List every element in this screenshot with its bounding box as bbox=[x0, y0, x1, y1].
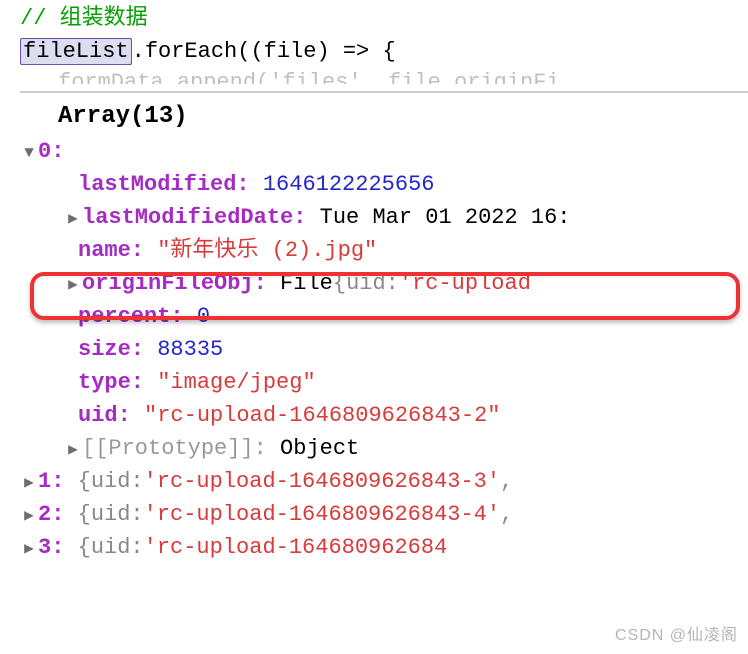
prop-key: [[Prototype]]: bbox=[82, 432, 267, 465]
preview-val: 'rc-upload-164680962684 bbox=[144, 531, 448, 564]
array-header: Array(13) bbox=[20, 99, 748, 135]
preview-val: 'rc-upload-1646809626843-3' bbox=[144, 465, 500, 498]
prop-name[interactable]: name: "新年快乐 (2).jpg" bbox=[20, 234, 748, 267]
item-index: 0: bbox=[38, 135, 64, 168]
item-index: 3: bbox=[38, 531, 64, 564]
panel-divider bbox=[20, 91, 748, 93]
preview-key: uid: bbox=[91, 465, 144, 498]
prop-originFileObj[interactable]: originFileObj: File { uid: 'rc-upload bbox=[20, 267, 748, 300]
prop-key: originFileObj: bbox=[82, 267, 267, 300]
variable-reference[interactable]: fileList bbox=[20, 38, 132, 65]
tree-item-2[interactable]: 2: { uid: 'rc-upload-1646809626843-4' , bbox=[20, 498, 748, 531]
chevron-right-icon[interactable] bbox=[64, 207, 82, 231]
preview-key: uid: bbox=[91, 531, 144, 564]
code-editor-area: // 组装数据 fileList.forEach((file) => { for… bbox=[0, 0, 748, 84]
tree-item-1[interactable]: 1: { uid: 'rc-upload-1646809626843-3' , bbox=[20, 465, 748, 498]
chevron-right-icon[interactable] bbox=[20, 537, 38, 561]
preview-comma: , bbox=[500, 465, 513, 498]
chevron-right-icon[interactable] bbox=[20, 504, 38, 528]
preview-open: { bbox=[78, 465, 91, 498]
prop-key: type: bbox=[78, 366, 144, 399]
obj-preview-key: uid: bbox=[346, 267, 399, 300]
prop-key: uid: bbox=[78, 399, 131, 432]
code-rest: .forEach((file) => { bbox=[132, 39, 396, 64]
prop-size[interactable]: size: 88335 bbox=[20, 333, 748, 366]
prop-percent[interactable]: percent: 0 bbox=[20, 300, 748, 333]
code-line-faded: formData.append('files', file.originFi bbox=[20, 66, 748, 84]
preview-comma: , bbox=[500, 498, 513, 531]
prop-value: "image/jpeg" bbox=[157, 366, 315, 399]
chevron-down-icon[interactable] bbox=[20, 141, 38, 165]
prop-value: 88335 bbox=[157, 333, 223, 366]
prop-value: 1646122225656 bbox=[263, 168, 435, 201]
prop-lastModifiedDate[interactable]: lastModifiedDate: Tue Mar 01 2022 16: bbox=[20, 201, 748, 234]
code-comment: // 组装数据 bbox=[20, 2, 748, 35]
preview-open: { bbox=[78, 531, 91, 564]
preview-open: { bbox=[78, 498, 91, 531]
tree-item-3[interactable]: 3: { uid: 'rc-upload-164680962684 bbox=[20, 531, 748, 564]
preview-val: 'rc-upload-1646809626843-4' bbox=[144, 498, 500, 531]
chevron-right-icon[interactable] bbox=[64, 273, 82, 297]
prop-value: Object bbox=[280, 432, 359, 465]
code-line: fileList.forEach((file) => { bbox=[20, 35, 748, 68]
prop-key: size: bbox=[78, 333, 144, 366]
chevron-right-icon[interactable] bbox=[20, 471, 38, 495]
prop-key: percent: bbox=[78, 300, 184, 333]
prop-lastModified[interactable]: lastModified: 1646122225656 bbox=[20, 168, 748, 201]
prop-value: Tue Mar 01 2022 16: bbox=[320, 201, 571, 234]
item-index: 1: bbox=[38, 465, 64, 498]
devtools-object-inspector: Array(13) 0: lastModified: 1646122225656… bbox=[0, 84, 748, 564]
prop-value: 0 bbox=[197, 300, 210, 333]
obj-type: File bbox=[280, 267, 333, 300]
watermark: CSDN @仙凌阁 bbox=[615, 624, 738, 648]
prop-key: lastModifiedDate: bbox=[82, 201, 306, 234]
prop-type[interactable]: type: "image/jpeg" bbox=[20, 366, 748, 399]
chevron-right-icon[interactable] bbox=[64, 438, 82, 462]
prop-prototype[interactable]: [[Prototype]]: Object bbox=[20, 432, 748, 465]
prop-value: "新年快乐 (2).jpg" bbox=[157, 234, 377, 267]
preview-key: uid: bbox=[91, 498, 144, 531]
prop-value: "rc-upload-1646809626843-2" bbox=[144, 399, 500, 432]
tree-item-0[interactable]: 0: bbox=[20, 135, 748, 168]
obj-preview-open: { bbox=[333, 267, 346, 300]
item-index: 2: bbox=[38, 498, 64, 531]
prop-key: name: bbox=[78, 234, 144, 267]
prop-key: lastModified: bbox=[78, 168, 250, 201]
obj-preview-val: 'rc-upload bbox=[399, 267, 531, 300]
prop-uid[interactable]: uid: "rc-upload-1646809626843-2" bbox=[20, 399, 748, 432]
